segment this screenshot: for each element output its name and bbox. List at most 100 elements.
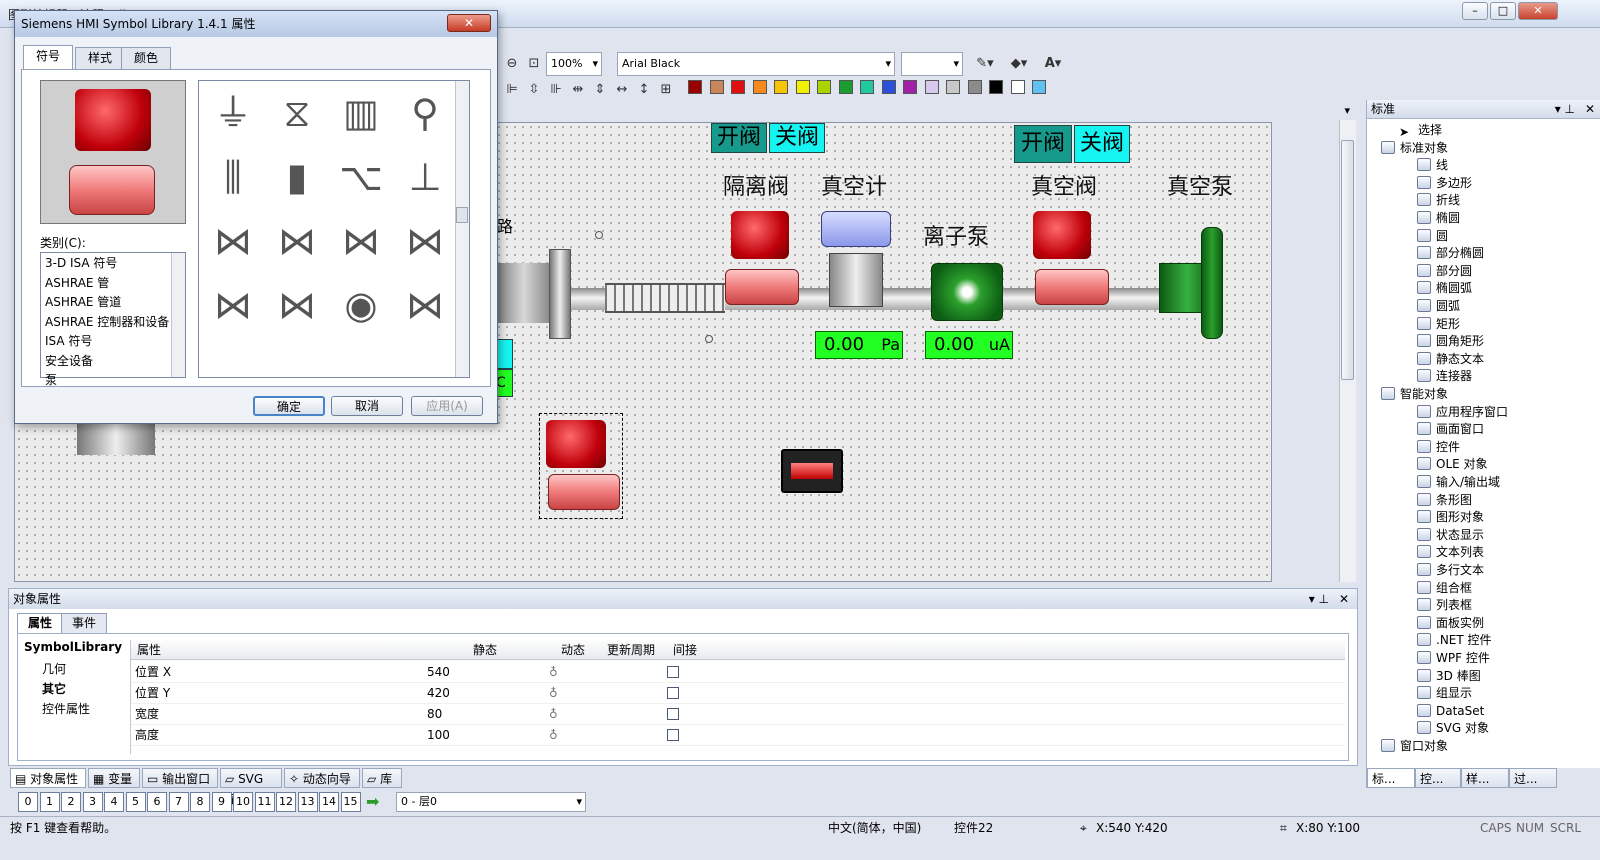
isolation-valve-body[interactable] xyxy=(725,269,799,305)
color-swatch[interactable] xyxy=(838,80,853,94)
object-tree-item[interactable]: 椭圆 xyxy=(1417,210,1460,227)
color-swatch[interactable] xyxy=(817,80,831,94)
object-tree-item[interactable]: 折线 xyxy=(1417,192,1460,209)
canvas-scroll-thumb[interactable] xyxy=(1341,140,1354,380)
object-tree-item[interactable]: 条形图 xyxy=(1417,492,1472,509)
cancel-button[interactable]: 取消 xyxy=(331,396,403,416)
layer-button[interactable]: 7 xyxy=(168,792,189,812)
dialog-tab-color[interactable]: 颜色 xyxy=(121,47,172,69)
symbol-item[interactable]: ⧖ xyxy=(269,85,325,141)
panel-tab-process[interactable]: 过... xyxy=(1509,768,1557,788)
dialog-close-button[interactable]: ✕ xyxy=(447,14,491,32)
category-item[interactable]: 泵 xyxy=(45,371,57,390)
color-swatch[interactable] xyxy=(989,80,1003,94)
symbol-item[interactable]: ▮ xyxy=(269,149,325,205)
pin-icon[interactable]: ▾ ⊥ xyxy=(1555,100,1575,119)
symbol-item[interactable]: ⋈ xyxy=(205,213,261,269)
pin-icon[interactable]: ▾ xyxy=(1344,104,1350,117)
object-tree-item[interactable]: 应用程序窗口 xyxy=(1417,404,1508,421)
bulb-icon[interactable]: ♁ xyxy=(549,662,558,683)
maximize-button[interactable]: □ xyxy=(1490,2,1516,20)
prop-value[interactable]: 100 xyxy=(427,725,450,746)
object-tree-item[interactable]: DataSet xyxy=(1417,703,1484,720)
dialog-tab-style[interactable]: 样式 xyxy=(75,47,126,69)
object-tree-item[interactable]: 智能对象 xyxy=(1381,386,1448,403)
color-swatch[interactable] xyxy=(795,80,810,94)
tab-variables[interactable]: ▦ 变量 xyxy=(88,768,140,788)
align-right-icon[interactable]: ⊪ xyxy=(546,79,566,99)
layer-button[interactable]: 10 xyxy=(233,792,253,812)
object-tree-item[interactable]: 标准对象 xyxy=(1381,140,1448,157)
current-display[interactable]: 0.00 uA xyxy=(925,331,1013,359)
color-swatch[interactable] xyxy=(1010,80,1025,94)
bulb-icon[interactable]: ♁ xyxy=(549,683,558,704)
layer-select[interactable]: 0 - 层0 ▾ xyxy=(396,792,586,812)
category-item[interactable]: ASHRAE 管 xyxy=(45,274,109,293)
pin-icon[interactable]: ▾ ⊥ xyxy=(1309,589,1329,609)
bulb-icon[interactable]: ♁ xyxy=(549,704,558,725)
layer-button[interactable]: 12 xyxy=(276,792,296,812)
open-valve-button-1[interactable]: 开阀 xyxy=(711,123,767,153)
object-tree-item[interactable]: 圆弧 xyxy=(1417,298,1460,315)
symbol-item[interactable]: ⌥ xyxy=(333,149,389,205)
font-size-select[interactable]: ▾ xyxy=(901,52,963,76)
layer-button[interactable]: 5 xyxy=(125,792,146,812)
category-item[interactable]: 安全设备 xyxy=(45,352,93,371)
category-item[interactable]: ASHRAE 控制器和设备 xyxy=(45,313,169,332)
layer-button[interactable]: 0 xyxy=(18,792,38,812)
layer-button[interactable]: 14 xyxy=(319,792,339,812)
color-swatch[interactable] xyxy=(688,80,702,94)
object-tree-item[interactable]: 控件 xyxy=(1417,439,1460,456)
panel-tab-standard[interactable]: 标... xyxy=(1367,768,1415,788)
object-tree-item[interactable]: .NET 控件 xyxy=(1417,632,1492,649)
category-item[interactable]: 3-D ISA 符号 xyxy=(45,254,117,273)
color-swatch[interactable] xyxy=(903,80,917,94)
symbol-grid[interactable]: ⏚ ⧖ ▥ ⚲ ⫼ ▮ ⌥ ⊥ ⋈ ⋈ ⋈ ⋈ ⋈ ⋈ ◉ ⋈ xyxy=(198,80,470,378)
symbol-item[interactable]: ⊥ xyxy=(397,149,453,205)
symbol-item[interactable]: ⋈ xyxy=(205,277,261,333)
prop-row[interactable]: 位置 X 540 ♁ xyxy=(131,662,1345,683)
symbol-item[interactable]: ⫼ xyxy=(205,149,261,205)
bulb-icon[interactable]: ♁ xyxy=(549,725,558,746)
object-tree-item[interactable]: OLE 对象 xyxy=(1417,456,1488,473)
same-height-icon[interactable]: ↕ xyxy=(634,79,654,99)
object-tree-item[interactable]: 状态显示 xyxy=(1417,527,1484,544)
symbol-item[interactable]: ⏚ xyxy=(205,85,261,141)
layer-button[interactable]: 4 xyxy=(104,792,124,812)
minimize-button[interactable]: – xyxy=(1462,2,1488,20)
color-swatch[interactable] xyxy=(731,80,745,94)
layer-button[interactable]: 9 xyxy=(211,792,232,812)
symbol-item[interactable]: ◉ xyxy=(333,277,389,333)
tree-control-props[interactable]: 控件属性 xyxy=(42,700,90,717)
tab-dynamic-wizard[interactable]: ✧ 动态向导 xyxy=(284,768,360,788)
vacuum-gauge-head[interactable] xyxy=(821,211,891,247)
color-swatch[interactable] xyxy=(752,80,767,94)
symbol-scrollbar[interactable] xyxy=(455,81,469,377)
close-icon[interactable]: ✕ xyxy=(1585,100,1595,119)
panel-tab-styles[interactable]: 样... xyxy=(1461,768,1509,788)
indirect-checkbox[interactable] xyxy=(667,687,679,699)
category-list[interactable]: 3-D ISA 符号 ASHRAE 管 ASHRAE 管道 ASHRAE 控制器和设备… xyxy=(40,252,186,387)
indirect-checkbox[interactable] xyxy=(667,729,679,741)
object-tree-item[interactable]: 连接器 xyxy=(1417,368,1472,385)
line-color-icon[interactable]: ✎▾ xyxy=(970,53,1000,73)
apply-button[interactable]: 应用(A) xyxy=(411,396,483,416)
vacuum-pump-housing[interactable] xyxy=(1201,227,1223,339)
category-item[interactable]: ISA 符号 xyxy=(45,332,92,351)
spacing-h-icon[interactable]: ⇹ xyxy=(568,79,588,99)
tab-output[interactable]: ▭ 输出窗口 xyxy=(142,768,218,788)
object-tree-item[interactable]: 文本列表 xyxy=(1417,544,1484,561)
zoom-out-icon[interactable]: ⊖ xyxy=(502,53,522,73)
object-tree-item[interactable]: 列表框 xyxy=(1417,597,1472,614)
symbol-item[interactable]: ⋈ xyxy=(333,213,389,269)
selection-box[interactable] xyxy=(539,413,623,519)
symbol-item[interactable]: ▥ xyxy=(333,85,389,141)
object-tree-item[interactable]: 组显示 xyxy=(1417,685,1472,702)
prop-row[interactable]: 宽度 80 ♁ xyxy=(131,704,1345,725)
object-tree-item[interactable]: 部分圆 xyxy=(1417,263,1472,280)
tree-geometry[interactable]: 几何 xyxy=(42,660,66,677)
layer-button[interactable]: 8 xyxy=(190,792,210,812)
tree-root[interactable]: SymbolLibrary xyxy=(24,640,122,654)
symbol-item[interactable]: ⋈ xyxy=(397,213,453,269)
tab-properties[interactable]: 属性 xyxy=(17,613,64,633)
